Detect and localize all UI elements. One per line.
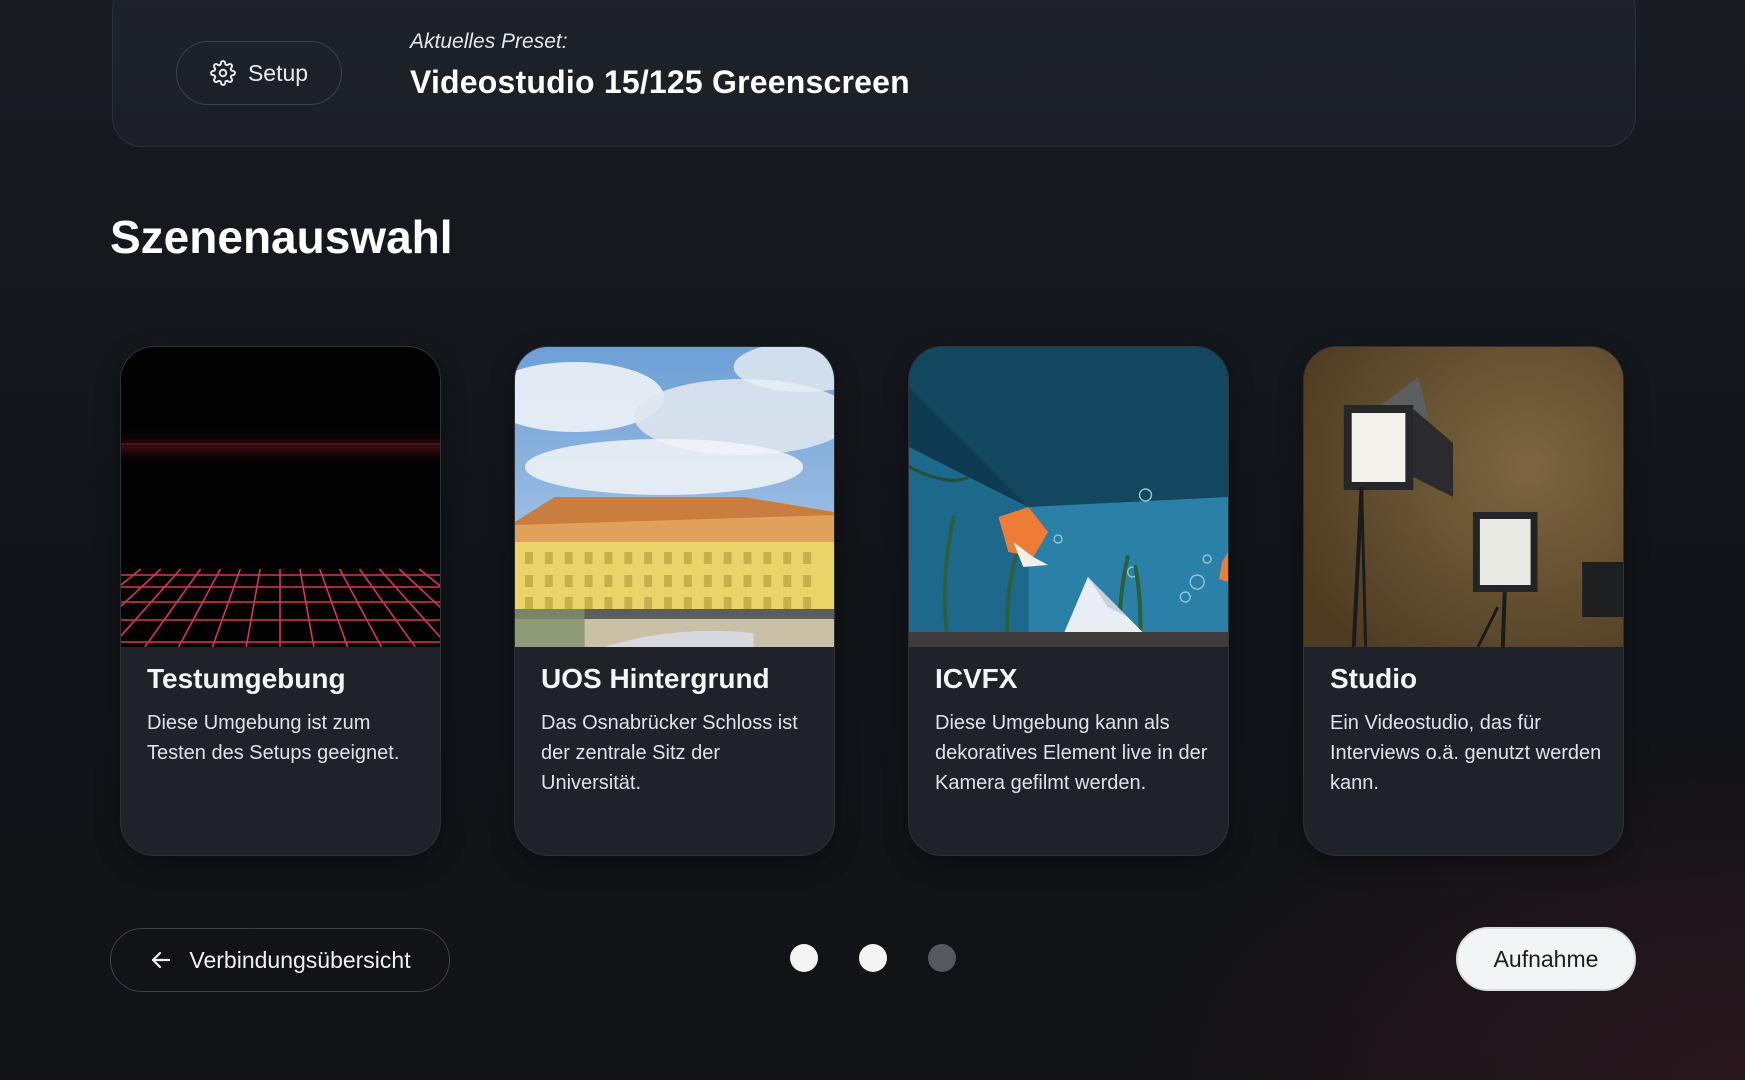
scene-title: Testumgebung [147, 663, 346, 694]
scene-card-studio[interactable]: Studio Ein Videostudio, das für Intervie… [1303, 346, 1624, 856]
gear-icon [210, 60, 236, 86]
preset-name: Videostudio 15/125 Greenscreen [410, 64, 910, 100]
scene-thumbnail [909, 347, 1228, 647]
scene-title: UOS Hintergrund [541, 663, 770, 694]
scene-thumbnail [1304, 347, 1623, 647]
record-button[interactable]: Aufnahme [1456, 927, 1636, 991]
setup-button[interactable]: Setup [176, 41, 342, 105]
scene-description: Diese Umgebung ist zum Testen des Setups… [147, 712, 400, 764]
pagination-dots [790, 944, 956, 972]
setup-button-label: Setup [247, 59, 309, 86]
scene-title: Studio [1330, 663, 1418, 694]
record-button-label: Aufnahme [1493, 945, 1599, 972]
page-title: Szenenauswahl [110, 211, 453, 263]
scene-card-uos-hintergrund[interactable]: UOS Hintergrund Das Osnabrücker Schloss … [514, 346, 835, 856]
scene-thumbnail [121, 347, 440, 647]
page-dot-1[interactable] [790, 944, 818, 972]
arrow-left-icon [152, 951, 171, 969]
scene-description: Ein Videostudio, das für Interviews o.ä.… [1330, 712, 1602, 794]
scene-title: ICVFX [935, 663, 1018, 694]
back-to-connections-button[interactable]: Verbindungsübersicht [110, 928, 450, 992]
scene-card-testumgebung[interactable]: Testumgebung Diese Umgebung ist zum Test… [120, 346, 441, 856]
scene-description: Das Osnabrücker Schloss ist der zentrale… [541, 712, 798, 794]
back-button-label: Verbindungsübersicht [189, 946, 411, 973]
scene-description: Diese Umgebung kann als dekoratives Elem… [935, 712, 1208, 794]
scene-card-icvfx[interactable]: ICVFX Diese Umgebung kann als dekorative… [908, 346, 1229, 856]
page-dot-3[interactable] [928, 944, 956, 972]
preset-caption: Aktuelles Preset: [410, 30, 568, 53]
scene-thumbnail [515, 347, 834, 647]
page-dot-2[interactable] [859, 944, 887, 972]
